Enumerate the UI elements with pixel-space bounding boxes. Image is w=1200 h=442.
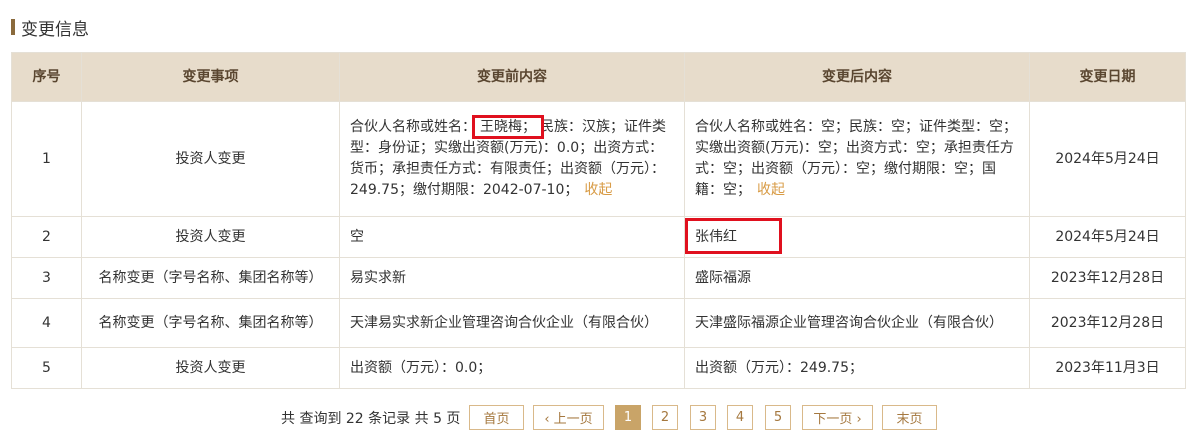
page-1-button[interactable]: 1 bbox=[615, 405, 641, 430]
section-title-text: 变更信息 bbox=[21, 19, 89, 40]
last-page-button[interactable]: 末页 bbox=[882, 405, 937, 430]
cell-after: 盛际福源 bbox=[684, 257, 1030, 299]
highlighted-name: 王晓梅； bbox=[472, 115, 544, 139]
cell-before: 合伙人名称或姓名： 王晓梅； 民族：汉族；证件类型：身份证；实缴出资额(万元)：0.… bbox=[339, 101, 685, 217]
page-5-button[interactable]: 5 bbox=[765, 405, 791, 430]
pagination: 共 查询到 22 条记录 共 5 页 首页 ‹ 上一页 1 2 3 4 5 下一… bbox=[0, 403, 1200, 433]
cell-after: 张伟红 bbox=[684, 216, 1030, 258]
header-date: 变更日期 bbox=[1029, 52, 1186, 102]
cell-before: 易实求新 bbox=[339, 257, 685, 299]
table-row: 4 名称变更（字号名称、集团名称等） 天津易实求新企业管理咨询合伙企业（有限合伙… bbox=[11, 298, 1186, 348]
table-header-row: 序号 变更事项 变更前内容 变更后内容 变更日期 bbox=[11, 52, 1186, 102]
highlight-frame bbox=[685, 218, 782, 254]
header-before: 变更前内容 bbox=[339, 52, 685, 102]
cell-item: 投资人变更 bbox=[81, 216, 340, 258]
cell-before: 空 bbox=[339, 216, 685, 258]
collapse-link[interactable]: 收起 bbox=[757, 182, 785, 198]
pagination-summary: 共 查询到 22 条记录 共 5 页 bbox=[281, 411, 461, 427]
cell-date: 2024年5月24日 bbox=[1029, 216, 1186, 258]
cell-no: 4 bbox=[11, 298, 82, 348]
cell-item: 名称变更（字号名称、集团名称等） bbox=[81, 298, 340, 348]
page-4-button[interactable]: 4 bbox=[727, 405, 753, 430]
table-row: 1 投资人变更 合伙人名称或姓名： 王晓梅； 民族：汉族；证件类型：身份证；实缴出资… bbox=[11, 101, 1186, 217]
cell-item: 名称变更（字号名称、集团名称等） bbox=[81, 257, 340, 299]
cell-after: 天津盛际福源企业管理咨询合伙企业（有限合伙） bbox=[684, 298, 1030, 348]
table-row: 3 名称变更（字号名称、集团名称等） 易实求新 盛际福源 2023年12月28日 bbox=[11, 257, 1186, 299]
header-after: 变更后内容 bbox=[684, 52, 1030, 102]
cell-after: 出资额（万元）：249.75； bbox=[684, 347, 1030, 389]
after-text: 合伙人名称或姓名：空；民族：空；证件类型：空；实缴出资额(万元)：空；出资方式：… bbox=[695, 119, 1017, 198]
cell-date: 2023年12月28日 bbox=[1029, 257, 1186, 299]
prev-page-button[interactable]: ‹ 上一页 bbox=[533, 405, 604, 430]
cell-item: 投资人变更 bbox=[81, 347, 340, 389]
header-no: 序号 bbox=[11, 52, 82, 102]
section-title: 变更信息 bbox=[11, 16, 89, 40]
cell-no: 5 bbox=[11, 347, 82, 389]
cell-before: 出资额（万元）：0.0； bbox=[339, 347, 685, 389]
change-info-table: 序号 变更事项 变更前内容 变更后内容 变更日期 1 投资人变更 合伙人名称或姓… bbox=[11, 52, 1186, 389]
page-3-button[interactable]: 3 bbox=[690, 405, 716, 430]
cell-no: 3 bbox=[11, 257, 82, 299]
cell-no: 2 bbox=[11, 216, 82, 258]
cell-date: 2023年12月28日 bbox=[1029, 298, 1186, 348]
collapse-link[interactable]: 收起 bbox=[584, 182, 612, 198]
cell-before: 天津易实求新企业管理咨询合伙企业（有限合伙） bbox=[339, 298, 685, 348]
cell-after: 合伙人名称或姓名：空；民族：空；证件类型：空；实缴出资额(万元)：空；出资方式：… bbox=[684, 101, 1030, 217]
before-prefix: 合伙人名称或姓名： bbox=[350, 119, 476, 135]
header-item: 变更事项 bbox=[81, 52, 340, 102]
cell-item: 投资人变更 bbox=[81, 101, 340, 217]
table-row: 2 投资人变更 空 张伟红 2024年5月24日 bbox=[11, 216, 1186, 258]
next-page-button[interactable]: 下一页 › bbox=[802, 405, 873, 430]
title-bar-marker bbox=[11, 19, 15, 35]
cell-date: 2024年5月24日 bbox=[1029, 101, 1186, 217]
first-page-button[interactable]: 首页 bbox=[469, 405, 524, 430]
cell-date: 2023年11月3日 bbox=[1029, 347, 1186, 389]
page-2-button[interactable]: 2 bbox=[652, 405, 678, 430]
cell-no: 1 bbox=[11, 101, 82, 217]
table-row: 5 投资人变更 出资额（万元）：0.0； 出资额（万元）：249.75； 202… bbox=[11, 347, 1186, 389]
